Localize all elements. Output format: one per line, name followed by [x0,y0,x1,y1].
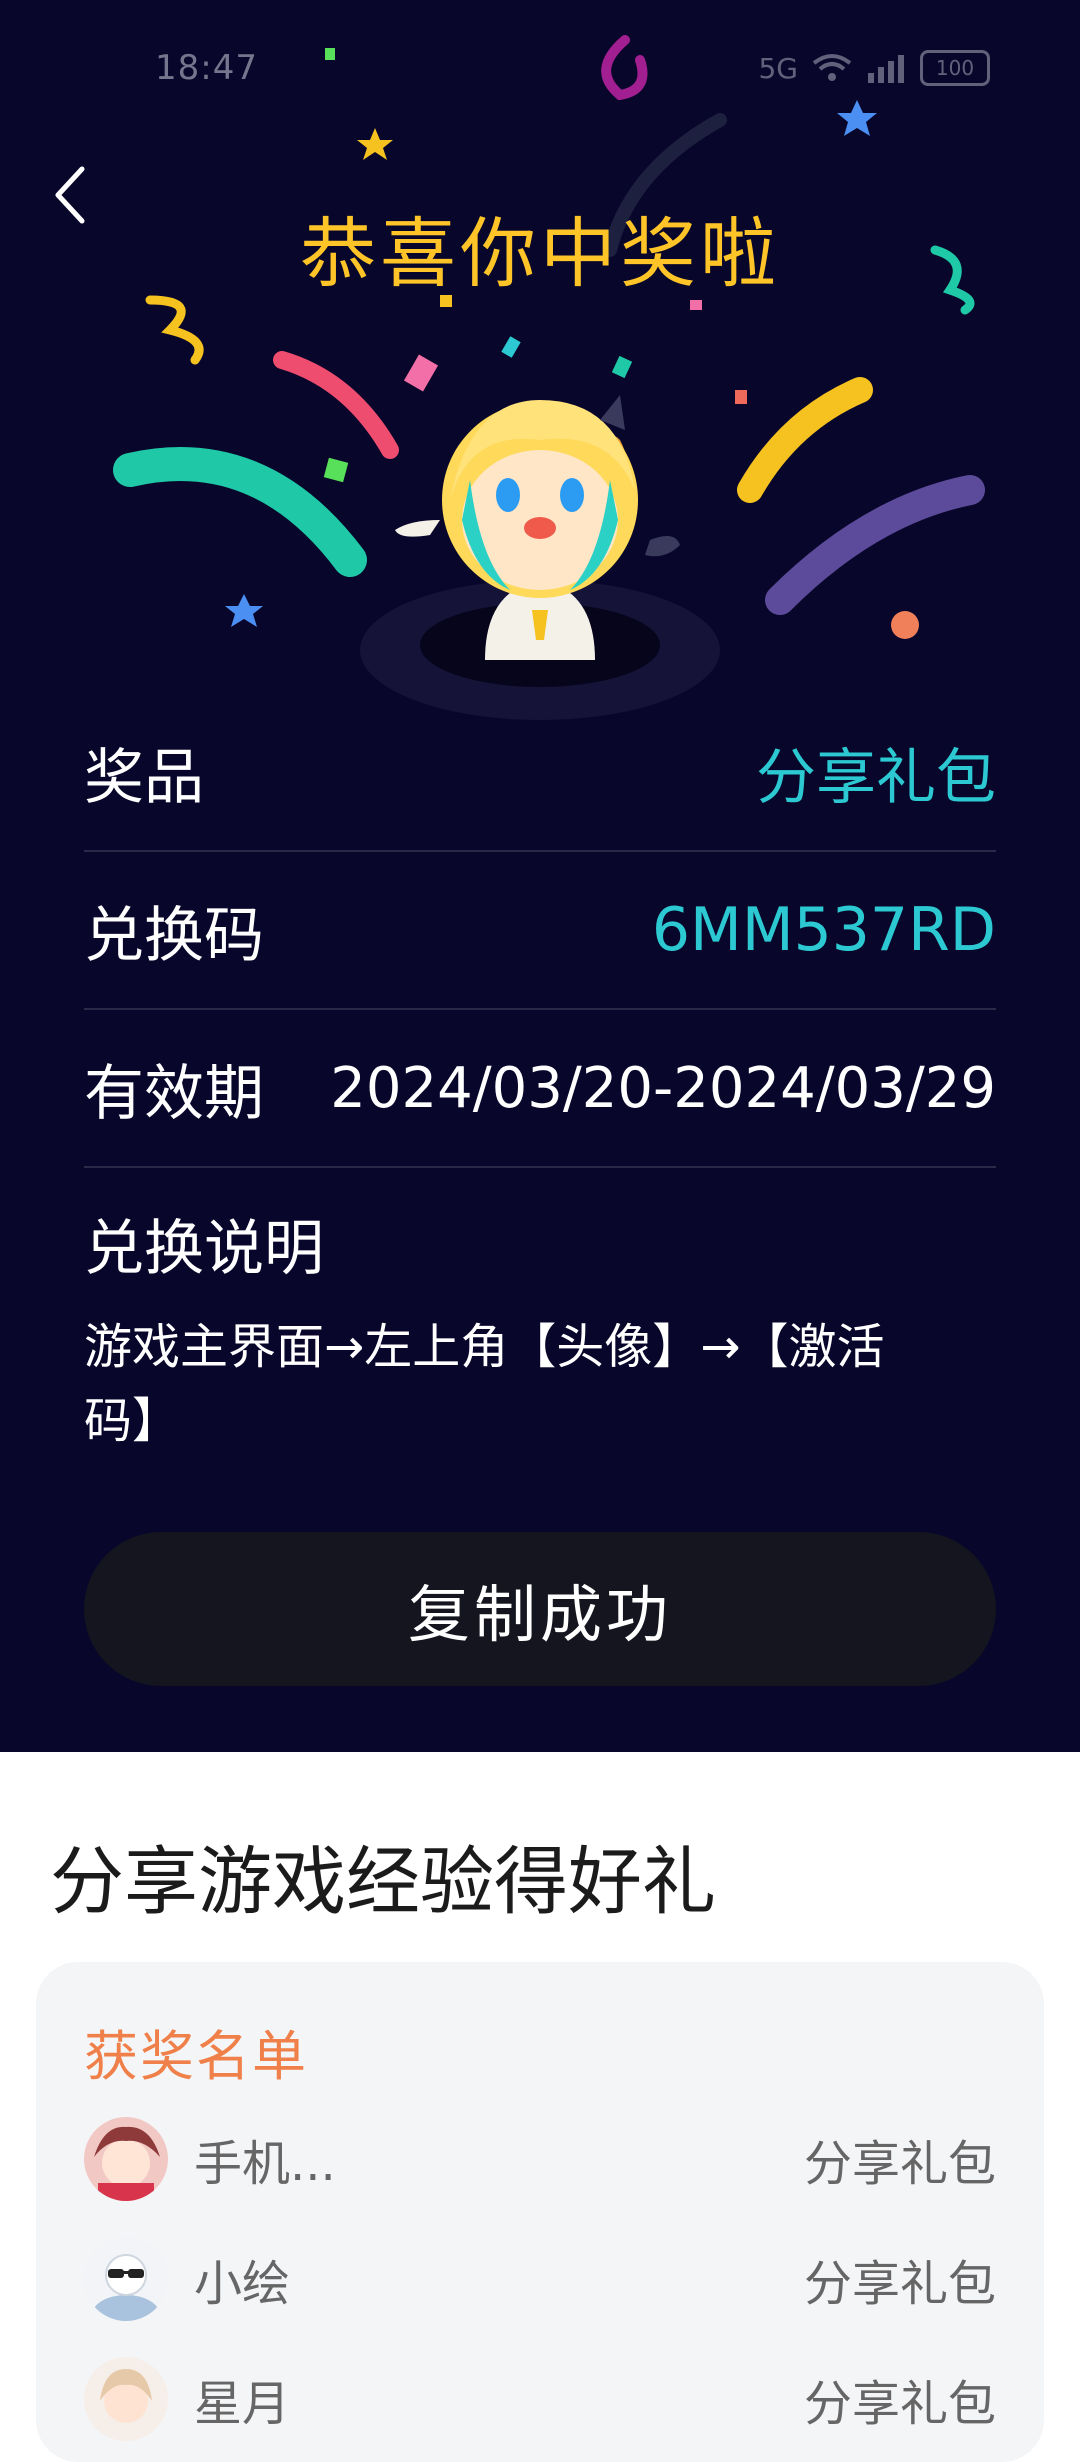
winners-title: 获奖名单 [84,2025,308,2088]
redeem-code-label: 兑换码 [84,900,264,971]
instructions-text: 游戏主界面→左上角【头像】→【激活码】 [84,1319,885,1449]
avatar [84,2237,168,2321]
prize-row: 奖品 分享礼包 [84,694,996,852]
winner-prize: 分享礼包 [803,2376,996,2432]
validity-row: 有效期 2024/03/20-2024/03/29 [84,1010,996,1168]
celebration-illustration [113,35,985,720]
winner-row: 小绘 分享礼包 [84,2234,996,2324]
validity-value: 2024/03/20-2024/03/29 [330,1055,996,1121]
winners-card: 获奖名单 手机... 分享礼包 小绘 分享礼包 星月 分享礼包 [36,1962,1044,2462]
avatar [84,2357,168,2441]
winner-name: 手机... [194,2136,336,2192]
winner-name: 星月 [194,2376,291,2432]
instructions-title: 兑换说明 [84,1214,324,1284]
validity-label: 有效期 [84,1058,264,1129]
copy-button[interactable]: 复制成功 [84,1532,996,1686]
prize-value: 分享礼包 [756,742,996,813]
share-section: 分享游戏经验得好礼 获奖名单 手机... 分享礼包 小绘 分享礼包 星月 分享礼… [0,1752,1080,2462]
page-title: 恭喜你中奖啦 [300,209,780,298]
winner-row: 手机... 分享礼包 [84,2114,996,2204]
redeem-code-row: 兑换码 6MM537RD [84,852,996,1010]
prize-label: 奖品 [84,742,204,813]
avatar [84,2117,168,2201]
winner-prize: 分享礼包 [803,2136,996,2192]
share-section-title: 分享游戏经验得好礼 [50,1839,716,1925]
winner-prize: 分享礼包 [803,2256,996,2312]
prize-result-panel: 18:47 5G 100 恭喜你中奖啦 奖品 分享礼包 兑换码 6MM537RD… [0,0,1080,1752]
winner-name: 小绘 [194,2256,291,2312]
redeem-code-value[interactable]: 6MM537RD [652,895,996,965]
winner-row: 星月 分享礼包 [84,2354,996,2444]
